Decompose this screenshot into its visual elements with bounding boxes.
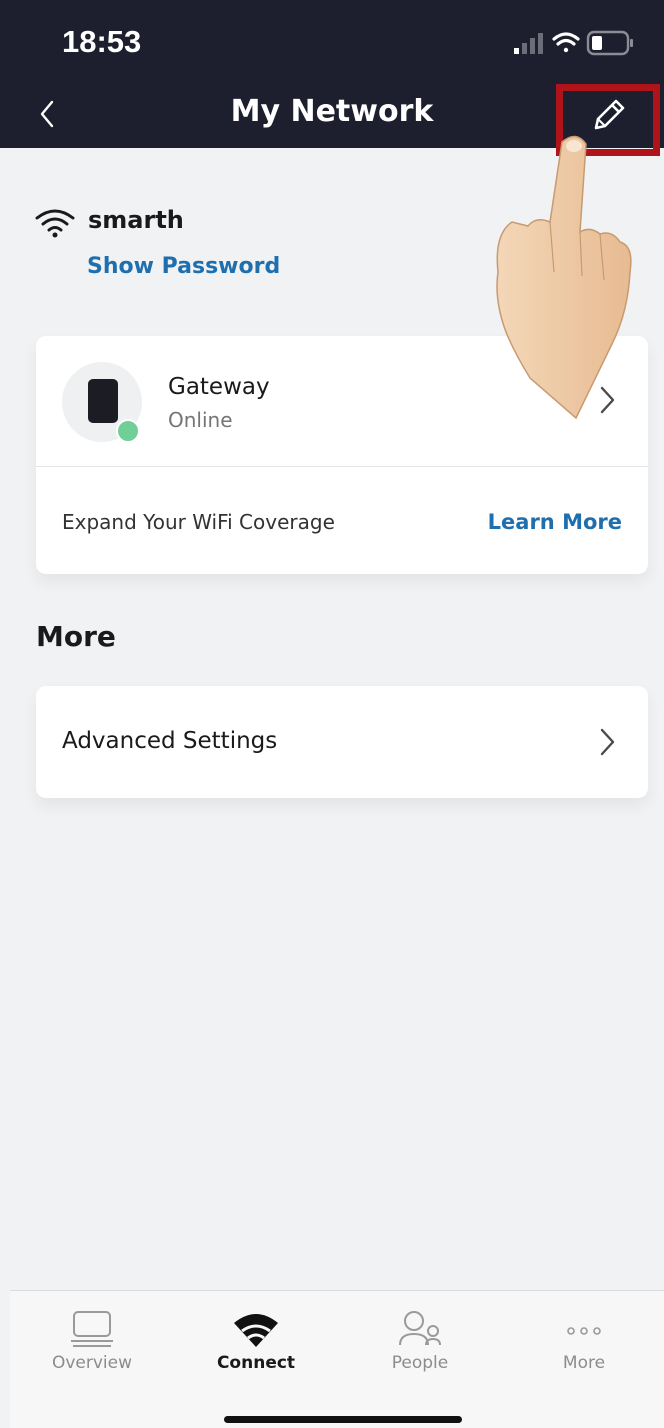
tab-more[interactable]: More: [502, 1291, 664, 1391]
wifi-icon: [234, 1314, 278, 1347]
more-section-title: More: [36, 620, 116, 653]
wifi-icon: [35, 209, 75, 238]
wifi-status-icon: [552, 32, 580, 53]
chevron-right-icon: [600, 728, 615, 756]
learn-more-link[interactable]: Learn More: [488, 510, 622, 534]
pointing-hand-icon: [496, 135, 632, 420]
online-status-dot: [116, 419, 140, 443]
home-indicator: [224, 1416, 462, 1423]
show-password-link[interactable]: Show Password: [87, 254, 280, 279]
bottom-tab-bar: Overview Connect People More: [10, 1290, 664, 1428]
people-icon: [399, 1311, 441, 1346]
status-icons: [514, 30, 633, 56]
tab-people-label: People: [391, 1353, 449, 1373]
gateway-name[interactable]: Gateway: [168, 374, 270, 400]
tab-people[interactable]: People: [338, 1291, 502, 1391]
advanced-settings-row[interactable]: Advanced Settings: [36, 686, 648, 798]
gateway-avatar[interactable]: [62, 362, 142, 443]
tab-overview[interactable]: Overview: [10, 1291, 174, 1391]
gateway-status: Online: [168, 408, 233, 432]
battery-icon: [586, 30, 633, 56]
tab-overview-label: Overview: [51, 1353, 133, 1373]
status-time: 18:53: [62, 24, 142, 59]
expand-coverage-text: Expand Your WiFi Coverage: [62, 510, 335, 534]
advanced-settings-label: Advanced Settings: [62, 728, 278, 754]
cellular-signal-icon: [514, 33, 543, 54]
laptop-icon: [71, 1311, 113, 1347]
more-dots-icon: [567, 1327, 601, 1335]
gateway-device-icon: [88, 379, 118, 423]
tab-connect-label: Connect: [216, 1353, 296, 1373]
tab-connect[interactable]: Connect: [174, 1291, 338, 1391]
network-name: smarth: [88, 206, 184, 234]
tab-more-label: More: [562, 1353, 606, 1373]
card-divider: [36, 466, 648, 467]
